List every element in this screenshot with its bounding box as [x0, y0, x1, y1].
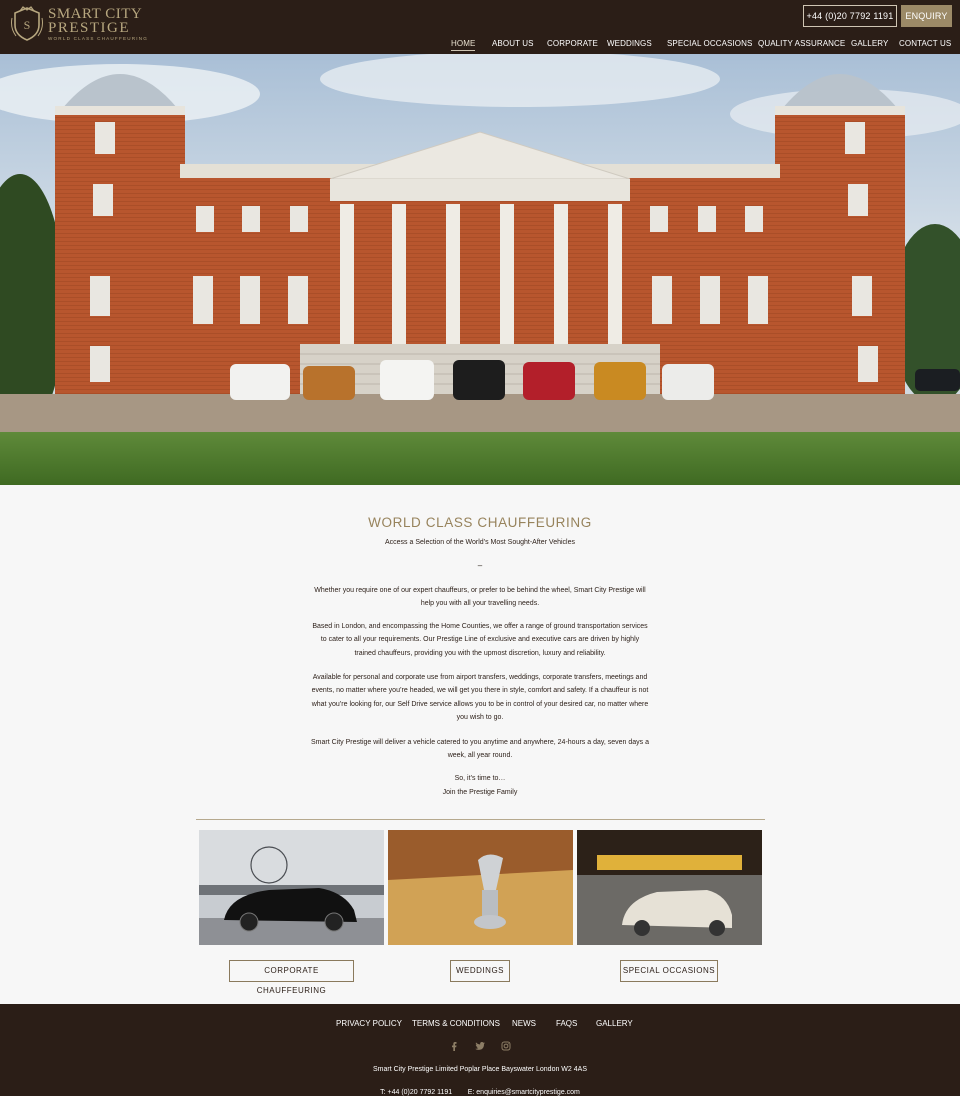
intro-paragraph-3: Available for personal and corporate use…	[311, 674, 649, 722]
intro-paragraph-1: Whether you require one of our expert ch…	[314, 587, 646, 608]
hero-image	[0, 54, 960, 485]
nav-contact-us[interactable]: CONTACT US	[899, 38, 951, 50]
closing-line-2: Join the Prestige Family	[442, 789, 518, 796]
footer-link-terms[interactable]: TERMS & CONDITIONS	[412, 1019, 500, 1028]
footer-link-gallery[interactable]: GALLERY	[596, 1019, 633, 1028]
site-footer: PRIVACY POLICY TERMS & CONDITIONS NEWS F…	[0, 1004, 960, 1096]
nav-quality-assurance[interactable]: QUALITY ASSURANCE	[758, 38, 845, 50]
corporate-chauffeuring-button[interactable]: CORPORATE CHAUFFEURING	[229, 960, 354, 995]
footer-link-faqs[interactable]: FAQS	[556, 1019, 577, 1028]
nav-corporate[interactable]: CORPORATE	[547, 38, 598, 50]
footer-contact[interactable]: T: +44 (0)20 7792 1191 E: enquiries@smar…	[0, 1089, 960, 1096]
footer-link-privacy-policy[interactable]: PRIVACY POLICY	[336, 1019, 402, 1028]
nav-special-occasions[interactable]: SPECIAL OCCASIONS	[667, 38, 752, 50]
page-title: WORLD CLASS CHAUFFEURING	[368, 515, 592, 530]
weddings-button[interactable]: WEDDINGS	[450, 960, 510, 982]
nav-home[interactable]: HOME	[451, 38, 476, 51]
weddings-thumbnail[interactable]	[388, 830, 573, 945]
phone-button[interactable]: +44 (0)20 7792 1191	[803, 5, 897, 27]
special-occasions-button[interactable]: SPECIAL OCCASIONS	[620, 960, 718, 982]
intro-paragraph-2: Based in London, and encompassing the Ho…	[312, 623, 648, 657]
brand-name-line1: SMART CITY	[48, 6, 143, 22]
facebook-icon[interactable]	[448, 1040, 460, 1052]
intro-paragraph-4: Smart City Prestige will deliver a vehic…	[311, 739, 649, 760]
brand-name: SMART CITY PRESTIGE	[48, 6, 143, 36]
twitter-icon[interactable]	[474, 1040, 486, 1052]
enquiry-button[interactable]: ENQUIRY	[901, 5, 952, 27]
closing-line-1: So, it’s time to…	[454, 775, 506, 782]
svg-text:S: S	[24, 18, 31, 32]
special-occasions-thumbnail[interactable]	[577, 830, 762, 945]
title-separator: –	[477, 561, 483, 570]
crest-icon: S	[11, 6, 43, 41]
main-nav: HOME ABOUT US CORPORATE WEDDINGS SPECIAL…	[0, 38, 960, 52]
page-subtitle: Access a Selection of the World’s Most S…	[384, 539, 575, 546]
instagram-icon[interactable]	[500, 1040, 512, 1052]
nav-about-us[interactable]: ABOUT US	[492, 38, 534, 50]
nav-gallery[interactable]: GALLERY	[851, 38, 888, 50]
site-header: S SMART CITY PRESTIGE WORLD CLASS CHAUFF…	[0, 0, 960, 54]
footer-address: Smart City Prestige Limited Poplar Place…	[373, 1066, 587, 1073]
brand-name-line2: PRESTIGE	[48, 20, 131, 36]
section-divider	[196, 819, 765, 820]
corporate-thumbnail[interactable]	[199, 830, 384, 945]
nav-weddings[interactable]: WEDDINGS	[607, 38, 652, 50]
footer-link-news[interactable]: NEWS	[512, 1019, 536, 1028]
